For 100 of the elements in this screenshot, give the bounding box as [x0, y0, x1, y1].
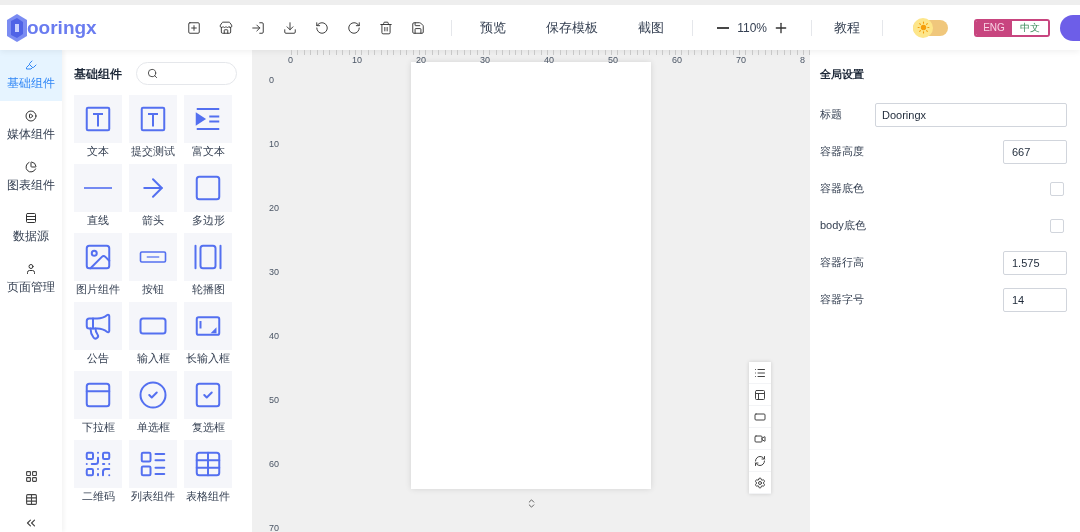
play-icon [25, 110, 37, 122]
component-label: 下拉框 [81, 420, 115, 435]
ruler-label: 40 [268, 332, 280, 343]
component-label: 输入框 [136, 351, 170, 366]
toolbar-button[interactable]: 截图 [632, 17, 671, 38]
ruler-label: 60 [672, 54, 683, 67]
component-label: 轮播图 [191, 282, 225, 297]
square-icon [193, 173, 223, 203]
ruler-label: 30 [480, 54, 491, 67]
ruler-label: 20 [268, 204, 280, 215]
search-icon [147, 68, 158, 79]
ruler-label: 8 [800, 54, 806, 67]
component-tile[interactable] [74, 233, 122, 281]
component-tile[interactable] [184, 95, 232, 143]
component-tile[interactable] [184, 233, 232, 281]
nav-item[interactable]: 页面管理 [0, 254, 62, 305]
table-icon [193, 449, 223, 479]
dropdown-icon [83, 380, 113, 410]
field-label: 容器底色 [820, 181, 864, 197]
component-tile[interactable] [129, 164, 177, 212]
ruler-label: 10 [352, 54, 363, 67]
qr-code-icon [83, 449, 113, 479]
megaphone-icon [83, 311, 113, 341]
minus-icon [717, 26, 730, 29]
component-label: 复选框 [191, 420, 225, 435]
pie-chart-icon [25, 161, 37, 173]
field-label: 容器行高 [820, 255, 864, 271]
text-field[interactable]: Dooringx [875, 102, 1067, 127]
checkbox-icon [193, 380, 223, 410]
ruler-label: 70 [268, 524, 280, 532]
component-label: 直线 [87, 213, 109, 228]
number-field[interactable]: 14 [1003, 287, 1067, 312]
component-label: 富文本 [191, 144, 225, 159]
component-label: 提交测试 [131, 144, 175, 159]
toolbar-button[interactable]: 保存模板 [540, 17, 605, 38]
ruler-label: 10 [268, 140, 280, 151]
color-swatch[interactable] [1050, 181, 1064, 196]
nav-item[interactable]: 图表组件 [0, 152, 62, 203]
component-label: 公告 [87, 351, 109, 366]
nav-item[interactable]: 数据源 [0, 203, 62, 254]
logo-icon [7, 13, 27, 42]
text-icon [83, 104, 113, 134]
avatar[interactable] [1060, 14, 1080, 41]
field-label: 容器字号 [820, 292, 864, 308]
resize-handle-icon[interactable] [526, 498, 537, 509]
image-icon [83, 242, 113, 272]
panel-title: 基础组件 [74, 65, 122, 83]
component-tile[interactable] [74, 440, 122, 488]
component-label: 单选框 [136, 420, 170, 435]
tutorial-button[interactable]: 教程 [834, 17, 860, 38]
radio-icon [138, 380, 168, 410]
component-tile[interactable] [184, 440, 232, 488]
settings-title: 全局设置 [820, 67, 865, 82]
ruler-label: 50 [268, 396, 280, 407]
component-tile[interactable] [129, 95, 177, 143]
component-label: 二维码 [81, 489, 115, 504]
component-tile[interactable] [184, 302, 232, 350]
ruler-label: 20 [416, 54, 427, 67]
component-tile[interactable] [184, 371, 232, 419]
collapse-icon[interactable] [24, 516, 38, 530]
rows-icon [25, 212, 37, 224]
carousel-icon [193, 242, 223, 272]
component-tile[interactable] [74, 371, 122, 419]
ruler-label: 0 [288, 54, 294, 67]
user-icon [25, 263, 37, 275]
component-label: 文本 [87, 144, 109, 159]
color-swatch[interactable] [1050, 218, 1064, 233]
grid-icon[interactable] [24, 470, 38, 483]
component-label: 表格组件 [186, 489, 230, 504]
zoom-level: 110% [737, 19, 767, 37]
line-icon [84, 187, 112, 189]
field-label: 标题 [820, 107, 842, 123]
number-field[interactable]: 667 [1003, 139, 1067, 164]
ruler-label: 0 [268, 76, 275, 87]
component-tile[interactable] [74, 95, 122, 143]
component-tile[interactable] [129, 233, 177, 281]
ruler-label: 70 [736, 54, 747, 67]
component-tile[interactable] [74, 302, 122, 350]
ruler-label: 60 [268, 460, 280, 471]
nav-item[interactable]: 媒体组件 [0, 101, 62, 152]
component-label: 箭头 [142, 213, 164, 228]
component-tile[interactable] [184, 164, 232, 212]
theme-toggle[interactable] [913, 19, 948, 36]
component-tile[interactable] [129, 440, 177, 488]
component-tile[interactable] [129, 302, 177, 350]
pen-icon [25, 59, 37, 71]
list-icon [138, 449, 168, 479]
component-tile[interactable] [74, 164, 122, 212]
field-label: 容器高度 [820, 144, 864, 160]
ruler-label: 30 [268, 268, 280, 279]
number-field[interactable]: 1.575 [1003, 250, 1067, 275]
ruler-label: 50 [608, 54, 619, 67]
toolbar-button[interactable]: 预览 [474, 17, 513, 38]
component-tile[interactable] [129, 371, 177, 419]
component-label: 多边形 [191, 213, 225, 228]
component-label: 列表组件 [131, 489, 175, 504]
table-icon[interactable] [24, 493, 38, 506]
component-label: 长输入框 [186, 351, 230, 366]
text-icon [138, 104, 168, 134]
component-label: 图片组件 [76, 282, 120, 297]
